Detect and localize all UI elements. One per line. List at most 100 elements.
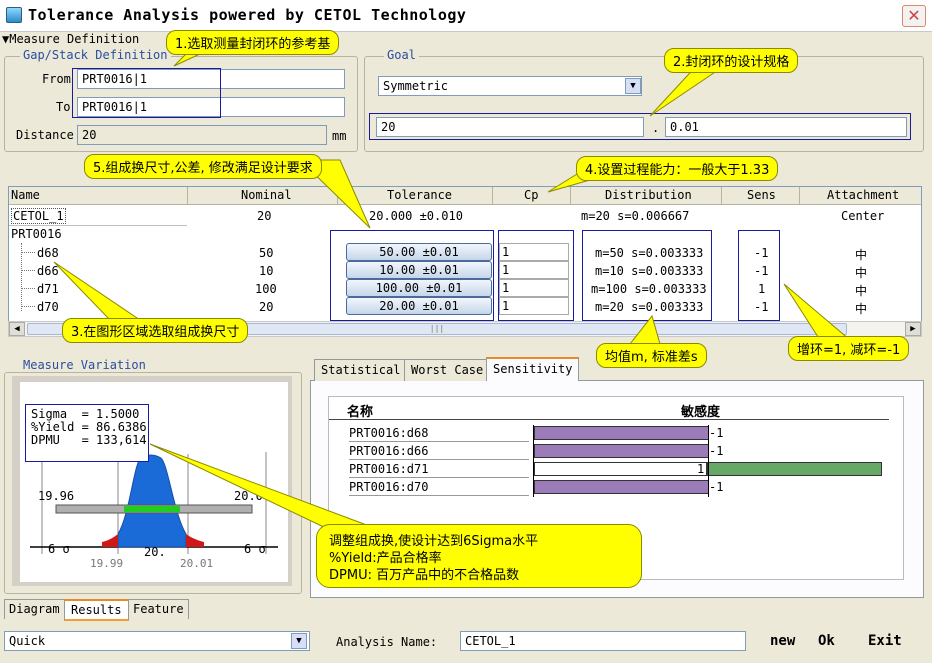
goal-legend: Goal bbox=[384, 48, 419, 62]
table-header: Name Nominal Tolerance Cp Distribution S… bbox=[9, 187, 921, 205]
analysis-name-field[interactable]: CETOL_1 bbox=[460, 631, 746, 651]
callout-sigma-level: 调整组成换,使设计达到6Sigma水平 %Yield:产品合格率 DPMU: 百… bbox=[316, 524, 642, 588]
scroll-right-icon[interactable]: ▶ bbox=[905, 322, 921, 336]
sensitivity-value-label: -1 bbox=[709, 480, 724, 494]
table-cell-distribution: m=20 s=0.006667 bbox=[581, 209, 690, 223]
tolerance-button[interactable]: 20.00 ±0.01 bbox=[346, 297, 492, 315]
sensitivity-col-name: 名称 bbox=[347, 405, 374, 420]
tab-statistical[interactable]: Statistical bbox=[314, 359, 408, 381]
distance-unit: mm bbox=[332, 129, 347, 143]
goal-tolerance-field[interactable]: 0.01 bbox=[665, 117, 907, 137]
sensitivity-value-label: 1 bbox=[697, 462, 705, 476]
table-cell-distribution: m=20 s=0.003333 bbox=[595, 300, 704, 314]
col-distribution[interactable]: Distribution bbox=[605, 188, 692, 202]
table-cell-attachment[interactable]: 中 bbox=[855, 264, 867, 281]
chevron-down-icon[interactable]: ▼ bbox=[291, 633, 307, 649]
right-limit-label: 20.04 bbox=[234, 489, 271, 503]
window-title: Tolerance Analysis powered by CETOL Tech… bbox=[28, 6, 467, 24]
table-cell-sens: -1 bbox=[754, 264, 769, 278]
table-cell-nominal: 20 bbox=[259, 300, 274, 314]
cp-field[interactable]: 1 bbox=[499, 279, 569, 297]
to-label: To bbox=[56, 100, 71, 114]
col-attachment[interactable]: Attachment bbox=[827, 188, 899, 202]
table-cell-attachment[interactable]: 中 bbox=[855, 282, 867, 299]
app-icon bbox=[6, 7, 22, 23]
goal-nominal-field[interactable]: 20 bbox=[376, 117, 644, 137]
sensitivity-col-value: 敏感度 bbox=[681, 405, 721, 420]
tolerance-button[interactable]: 10.00 ±0.01 bbox=[346, 261, 492, 279]
table-cell-attachment[interactable]: 中 bbox=[855, 300, 867, 317]
sensitivity-value-label: -1 bbox=[709, 426, 724, 440]
close-icon[interactable]: ✕ bbox=[902, 5, 926, 27]
table-row-name[interactable]: d68 bbox=[37, 246, 59, 260]
sensitivity-row-name: PRT0016:d68 bbox=[349, 426, 429, 440]
tolerance-button[interactable]: 50.00 ±0.01 bbox=[346, 243, 492, 261]
measure-definition-header[interactable]: ▼Measure Definition bbox=[2, 32, 139, 46]
callout-modify-tolerance: 5.组成换尺寸,公差, 修改满足设计要求 bbox=[84, 154, 322, 179]
mode-select[interactable]: Quick bbox=[4, 631, 310, 651]
table-cell-nominal: 100 bbox=[255, 282, 277, 296]
new-button[interactable]: new bbox=[770, 633, 795, 649]
sensitivity-row-name: PRT0016:d71 bbox=[349, 462, 429, 476]
exit-button[interactable]: Exit bbox=[868, 633, 902, 649]
col-sens[interactable]: Sens bbox=[747, 188, 776, 202]
from-label: From bbox=[42, 72, 71, 86]
chevron-down-icon[interactable]: ▼ bbox=[625, 78, 641, 94]
ok-button[interactable]: Ok bbox=[818, 633, 835, 649]
table-cell-attachment: Center bbox=[841, 209, 885, 223]
col-name[interactable]: Name bbox=[11, 188, 40, 202]
callout-goal-spec: 2.封闭环的设计规格 bbox=[664, 48, 799, 73]
callout-line-1: 调整组成换,使设计达到6Sigma水平 bbox=[329, 534, 539, 549]
table-cell-attachment[interactable]: 中 bbox=[855, 246, 867, 263]
table-row-name[interactable]: d66 bbox=[37, 264, 59, 278]
tolerance-button[interactable]: 100.00 ±0.01 bbox=[346, 279, 492, 297]
table-cell-distribution: m=50 s=0.003333 bbox=[595, 246, 704, 260]
table-cell-distribution: m=10 s=0.003333 bbox=[595, 264, 704, 278]
goal-group bbox=[364, 56, 924, 152]
to-field[interactable]: PRT0016|1 bbox=[77, 97, 345, 117]
table-cell-distribution: m=100 s=0.003333 bbox=[591, 282, 707, 296]
distance-label: Distance bbox=[16, 128, 74, 142]
col-cp[interactable]: Cp bbox=[524, 188, 538, 202]
sensitivity-bar bbox=[534, 426, 709, 440]
table-cell-tolerance: 20.000 ±0.010 bbox=[369, 209, 463, 223]
table-cell-sens: -1 bbox=[754, 300, 769, 314]
distance-field: 20 bbox=[77, 125, 327, 145]
sensitivity-row-name: PRT0016:d66 bbox=[349, 444, 429, 458]
tab-diagram[interactable]: Diagram bbox=[4, 599, 65, 619]
table-cell-sens: -1 bbox=[754, 246, 769, 260]
goal-separator: . bbox=[652, 121, 660, 135]
right-sigma-label: 6 σ bbox=[244, 542, 266, 556]
goal-type-select[interactable]: Symmetric bbox=[378, 76, 642, 96]
table-cell-sens: 1 bbox=[758, 282, 766, 296]
table-row-name[interactable]: CETOL_1 bbox=[11, 208, 66, 224]
left-limit-label: 19.96 bbox=[38, 489, 75, 503]
table-row-part[interactable]: PRT0016 bbox=[11, 227, 62, 241]
tab-feature[interactable]: Feature bbox=[128, 599, 189, 619]
from-field[interactable]: PRT0016|1 bbox=[77, 69, 345, 89]
scroll-left-icon[interactable]: ◀ bbox=[9, 322, 25, 336]
cp-field[interactable]: 1 bbox=[499, 243, 569, 261]
sensitivity-value-label: -1 bbox=[709, 444, 724, 458]
measure-variation-legend: Measure Variation bbox=[20, 358, 149, 372]
table-row-name[interactable]: d71 bbox=[37, 282, 59, 296]
callout-process-capability: 4.设置过程能力：一般大于1.33 bbox=[576, 156, 779, 181]
table-cell-nominal: 10 bbox=[259, 264, 274, 278]
dimension-table: Name Nominal Tolerance Cp Distribution S… bbox=[8, 186, 922, 322]
col-tolerance[interactable]: Tolerance bbox=[387, 188, 452, 202]
col-nominal[interactable]: Nominal bbox=[241, 188, 292, 202]
cp-field[interactable]: 1 bbox=[499, 261, 569, 279]
tab-worst-case[interactable]: Worst Case bbox=[404, 359, 491, 381]
sensitivity-row-name: PRT0016:d70 bbox=[349, 480, 429, 494]
callout-mean-std: 均值m, 标准差s bbox=[596, 343, 707, 368]
sensitivity-bar bbox=[534, 480, 709, 494]
tab-results[interactable]: Results bbox=[64, 599, 129, 621]
cp-field[interactable]: 1 bbox=[499, 297, 569, 315]
table-cell-nominal: 50 bbox=[259, 246, 274, 260]
table-row-name[interactable]: d70 bbox=[37, 300, 59, 314]
sensitivity-bar bbox=[534, 444, 709, 458]
callout-select-dimensions: 3.在图形区域选取组成换尺寸 bbox=[62, 318, 249, 343]
sensitivity-bar bbox=[707, 462, 882, 476]
center-label: 20. bbox=[144, 545, 166, 559]
tab-sensitivity[interactable]: Sensitivity bbox=[486, 357, 580, 381]
